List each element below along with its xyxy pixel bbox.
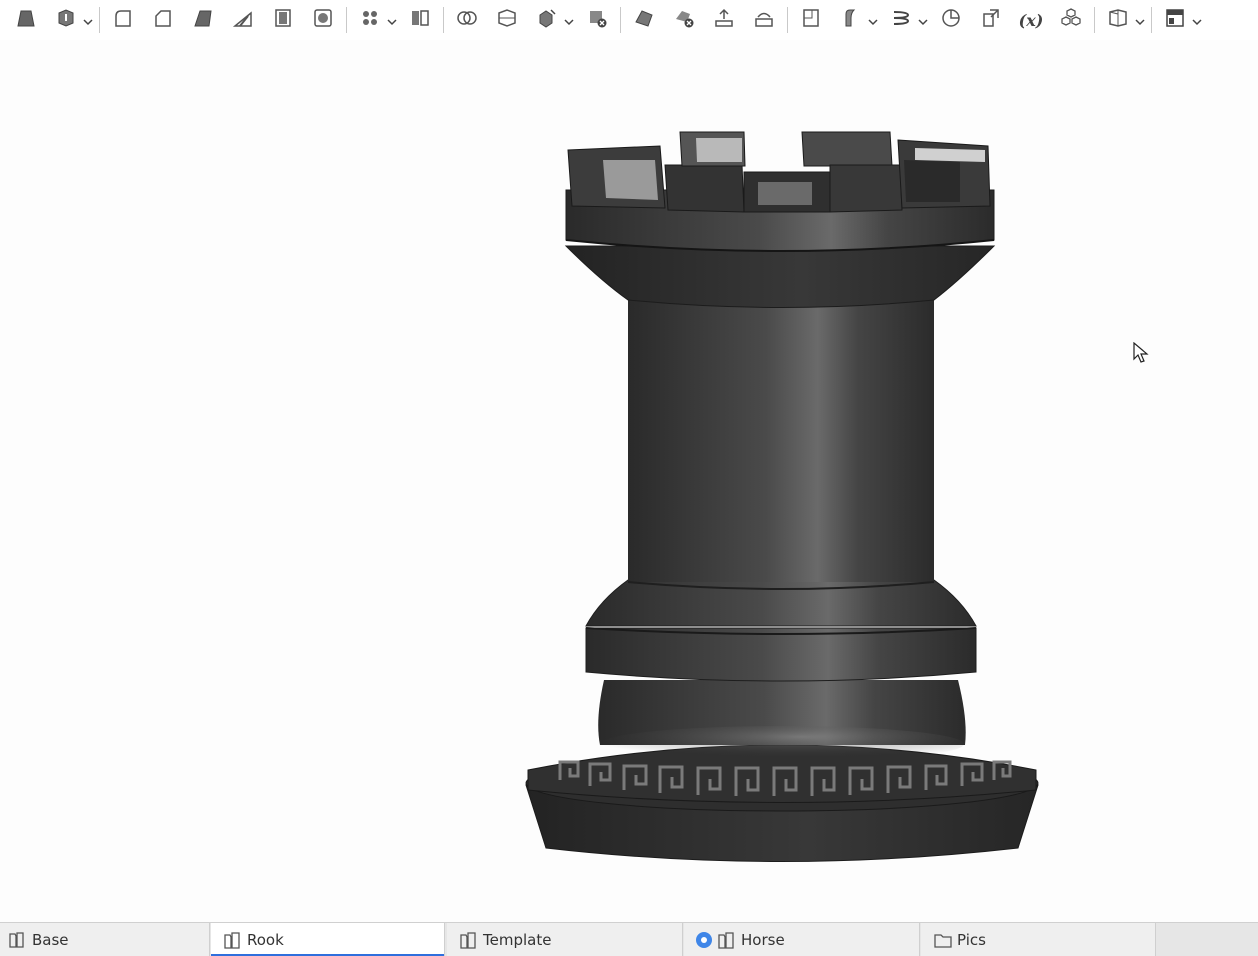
tab-rook[interactable]: Rook: [211, 923, 445, 956]
sweep-button[interactable]: [836, 5, 866, 35]
shell-button[interactable]: [268, 5, 298, 35]
view-options-button[interactable]: [1160, 5, 1190, 35]
move-face-icon: [713, 7, 735, 33]
helix-button[interactable]: [886, 5, 916, 35]
feature-toolbar: (x): [0, 0, 1258, 40]
toolbar-divider: [99, 7, 100, 33]
transform-icon: [536, 7, 558, 33]
tab-label: Pics: [957, 930, 986, 949]
rib-button[interactable]: [228, 5, 258, 35]
variable-icon: (x): [1018, 10, 1044, 30]
mirror-button[interactable]: [405, 5, 435, 35]
part-studio-icon: [8, 930, 28, 950]
chevron-down-icon: [83, 11, 93, 30]
modify-face-button[interactable]: [629, 5, 659, 35]
chevron-down-icon: [1192, 11, 1202, 30]
tab-label: Base: [32, 930, 69, 949]
chess-rook-model[interactable]: [0, 40, 1258, 922]
chevron-down-icon: [918, 11, 928, 30]
sheet-metal-button[interactable]: [1103, 5, 1133, 35]
sweep-icon: [840, 7, 862, 33]
part-studio-icon: [717, 930, 737, 950]
tab-label: Horse: [741, 930, 785, 949]
part-studio-icon: [223, 930, 243, 950]
sheet-metal-dropdown[interactable]: [1134, 5, 1146, 35]
split-button[interactable]: [492, 5, 522, 35]
pattern-dropdown[interactable]: [386, 5, 398, 35]
tab-template[interactable]: Template: [447, 923, 683, 956]
delete-part-icon: [586, 7, 608, 33]
shell-icon: [272, 7, 294, 33]
view-options-icon: [1164, 7, 1186, 33]
part-studio-icon: [459, 930, 479, 950]
tab-label: Template: [483, 930, 552, 949]
toolbar-divider: [1094, 7, 1095, 33]
toolbar-divider: [346, 7, 347, 33]
extrude-button[interactable]: [11, 5, 41, 35]
revolve-button[interactable]: [51, 5, 81, 35]
derive-button[interactable]: [976, 5, 1006, 35]
chevron-down-icon: [1135, 11, 1145, 30]
fillet-button[interactable]: [108, 5, 138, 35]
replace-face-button[interactable]: [749, 5, 779, 35]
boolean-button[interactable]: [452, 5, 482, 35]
chamfer-button[interactable]: [148, 5, 178, 35]
toolbar-divider: [1151, 7, 1152, 33]
mate-connector-button[interactable]: [936, 5, 966, 35]
pattern-icon: [359, 7, 381, 33]
sheet-metal-icon: [1107, 7, 1129, 33]
document-tab-bar: Base Rook Template Horse Pics: [0, 922, 1258, 956]
transform-button[interactable]: [532, 5, 562, 35]
graphics-viewport[interactable]: [0, 40, 1258, 922]
revolve-dropdown[interactable]: [82, 5, 94, 35]
tab-label: Rook: [247, 930, 284, 949]
tab-horse[interactable]: Horse: [684, 923, 920, 956]
delete-part-button[interactable]: [582, 5, 612, 35]
toolbar-divider: [620, 7, 621, 33]
extrude-icon: [15, 7, 37, 33]
helix-dropdown[interactable]: [917, 5, 929, 35]
delete-face-icon: [673, 7, 695, 33]
revolve-icon: [55, 7, 77, 33]
chevron-down-icon: [564, 11, 574, 30]
plane-icon: [800, 7, 822, 33]
composite-part-icon: [1060, 7, 1082, 33]
tab-base[interactable]: Base: [0, 923, 210, 956]
draft-icon: [192, 7, 214, 33]
hole-icon: [312, 7, 334, 33]
replace-face-icon: [753, 7, 775, 33]
delete-face-button[interactable]: [669, 5, 699, 35]
draft-button[interactable]: [188, 5, 218, 35]
fillet-icon: [112, 7, 134, 33]
hole-button[interactable]: [308, 5, 338, 35]
transform-dropdown[interactable]: [563, 5, 575, 35]
pattern-button[interactable]: [355, 5, 385, 35]
chevron-down-icon: [868, 11, 878, 30]
cad-application: (x) Base Rook Template Horse Pics: [0, 0, 1258, 956]
sweep-dropdown[interactable]: [867, 5, 879, 35]
split-icon: [496, 7, 518, 33]
helix-icon: [890, 7, 912, 33]
derive-icon: [980, 7, 1002, 33]
chamfer-icon: [152, 7, 174, 33]
boolean-icon: [456, 7, 478, 33]
toolbar-divider: [443, 7, 444, 33]
modify-face-icon: [633, 7, 655, 33]
mate-connector-icon: [940, 7, 962, 33]
info-badge-icon: [696, 931, 712, 948]
mirror-icon: [409, 7, 431, 33]
composite-part-button[interactable]: [1056, 5, 1086, 35]
view-options-dropdown[interactable]: [1191, 5, 1203, 35]
tab-pics[interactable]: Pics: [921, 923, 1156, 956]
plane-button[interactable]: [796, 5, 826, 35]
variable-button[interactable]: (x): [1016, 5, 1046, 35]
move-face-button[interactable]: [709, 5, 739, 35]
folder-icon: [933, 930, 953, 950]
mouse-pointer-icon: [1133, 342, 1149, 364]
toolbar-divider: [787, 7, 788, 33]
rib-icon: [232, 7, 254, 33]
chevron-down-icon: [387, 11, 397, 30]
